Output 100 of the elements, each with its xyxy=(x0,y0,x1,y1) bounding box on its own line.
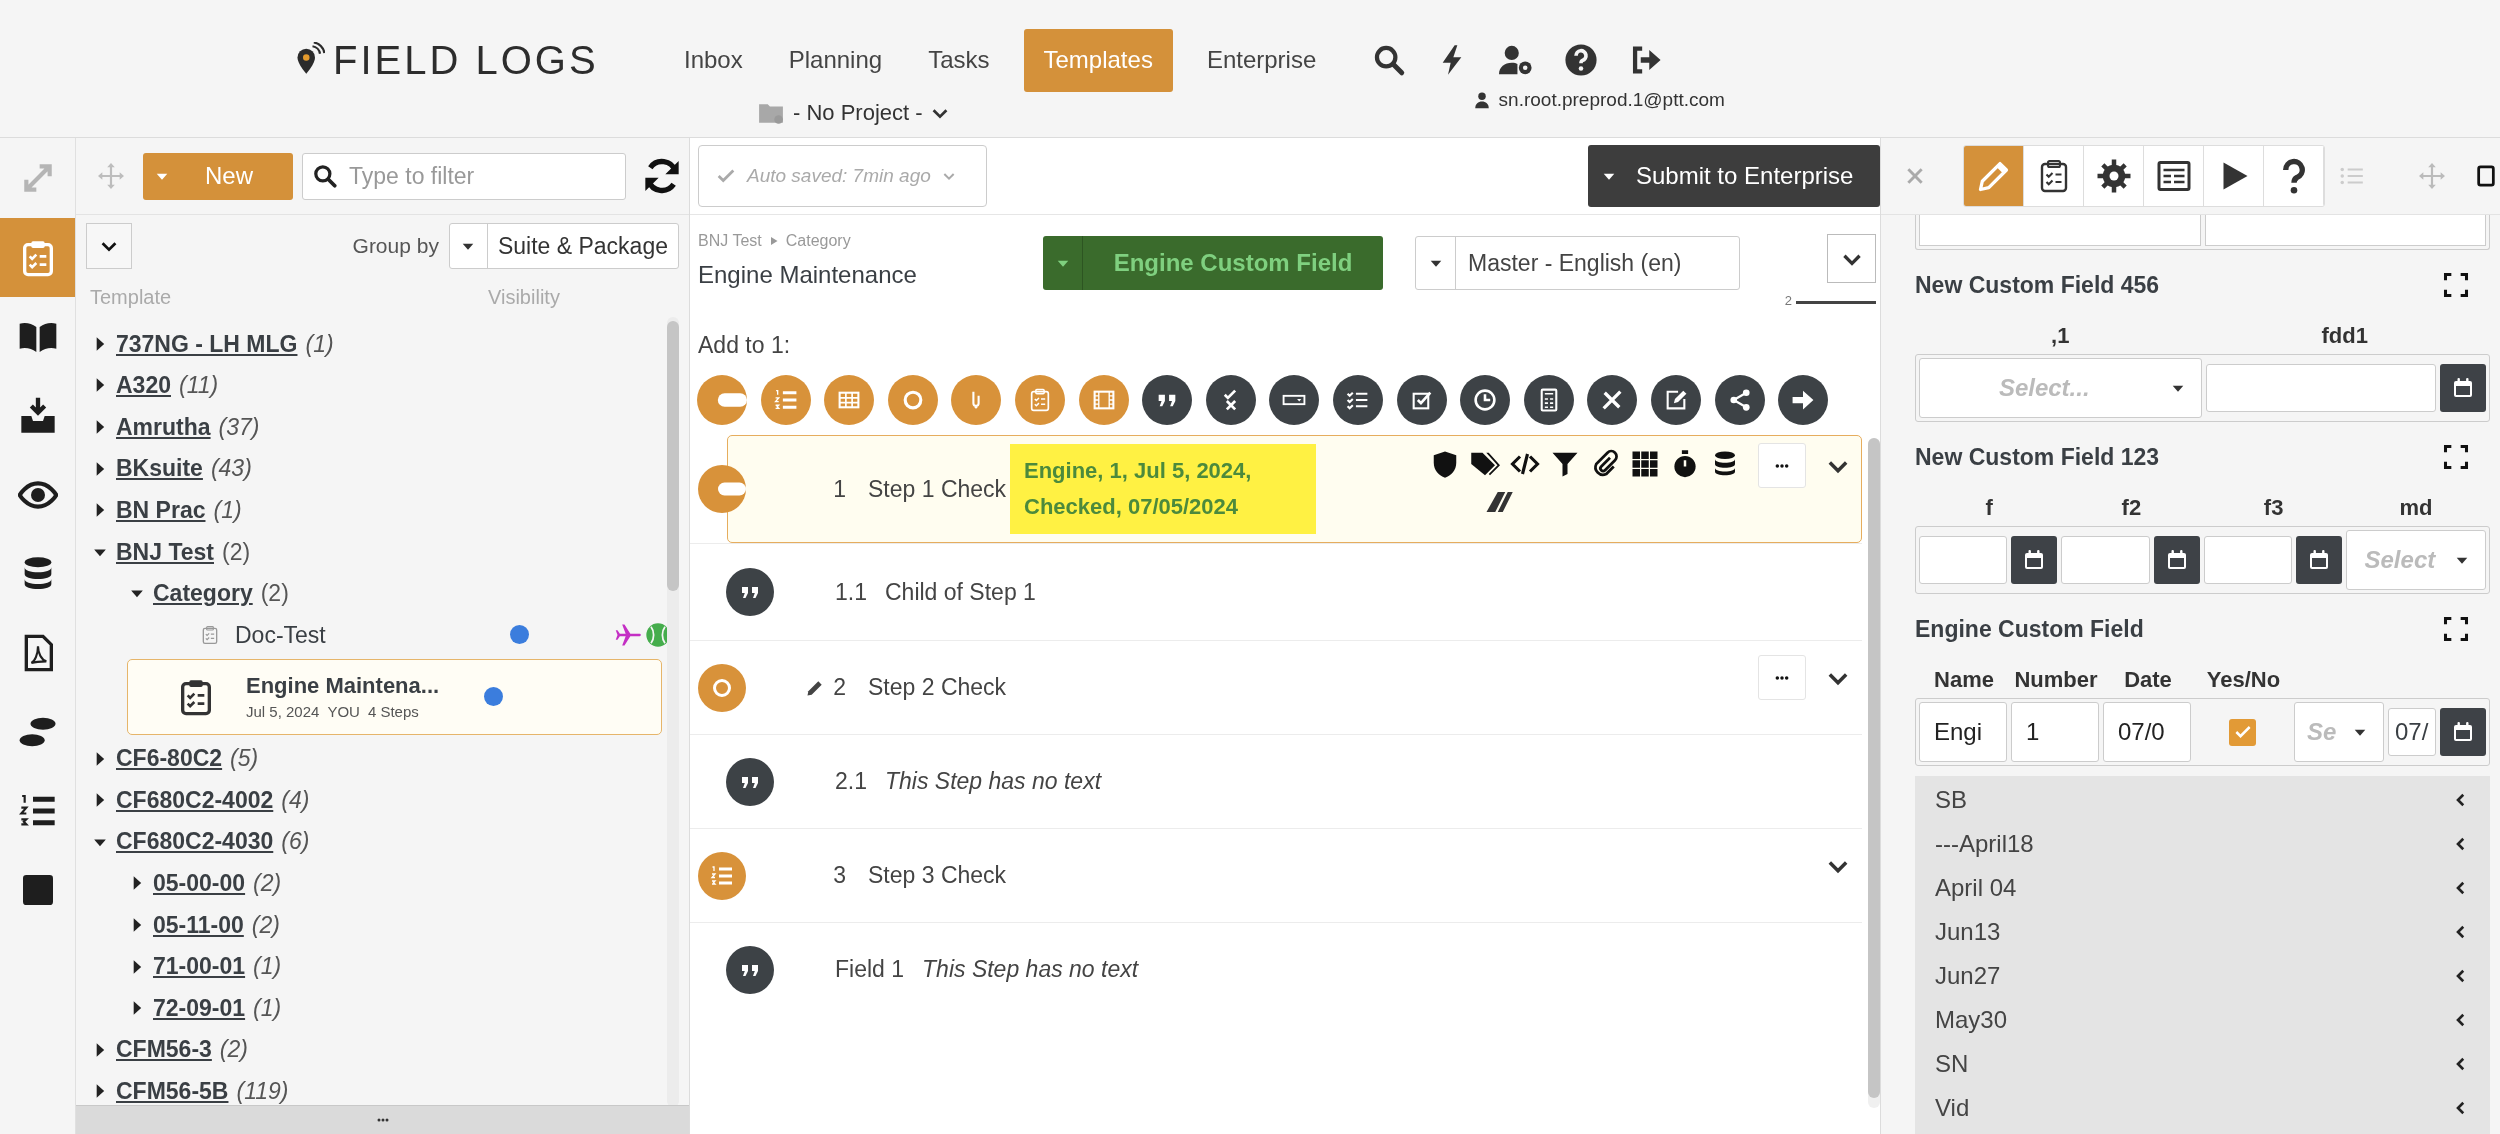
tree-link[interactable]: 05-11-00 xyxy=(153,907,244,943)
scrollbar[interactable] xyxy=(667,317,679,1105)
input-field[interactable] xyxy=(2204,215,2486,246)
column-label: f3 xyxy=(2262,493,2285,522)
step-title[interactable]: Child of Step 1 xyxy=(885,574,1036,610)
share-icon[interactable] xyxy=(1714,375,1765,425)
filter-field[interactable]: Type to filter xyxy=(302,152,626,200)
expand-button[interactable] xyxy=(1827,234,1876,283)
tree-link[interactable]: 71-00-01 xyxy=(153,949,246,984)
refresh-icon[interactable] xyxy=(642,156,682,196)
tree-link[interactable]: Category xyxy=(153,576,253,611)
list-item[interactable]: April 04 xyxy=(1915,866,2490,910)
fullscreen-icon[interactable] xyxy=(2442,271,2470,299)
date-field[interactable] xyxy=(2205,364,2436,412)
item-count: (2) xyxy=(260,579,289,609)
nav-tab[interactable]: Enterprise xyxy=(1194,42,1329,78)
group-by-select[interactable]: Suite & Package xyxy=(448,223,679,269)
grid-icon[interactable] xyxy=(1630,449,1660,479)
tool-tab[interactable] xyxy=(2084,146,2144,206)
collapse-button[interactable] xyxy=(86,223,132,269)
clipboard-icon[interactable] xyxy=(1014,375,1065,425)
fullscreen-icon[interactable] xyxy=(2442,443,2470,471)
input-field[interactable]: 07/0 xyxy=(2103,702,2191,762)
list-item[interactable]: SB xyxy=(1915,778,2490,822)
tree-link[interactable]: CFM56-3 xyxy=(116,1032,212,1067)
tree-link[interactable]: CF6-80C2 xyxy=(116,741,223,776)
project-selector[interactable]: - No Project - xyxy=(793,96,923,129)
check-cross-icon[interactable] xyxy=(1205,375,1256,425)
tool-tab[interactable] xyxy=(2204,146,2264,206)
checklist-icon[interactable] xyxy=(1332,375,1383,425)
quote-icon xyxy=(726,568,774,616)
date-field[interactable] xyxy=(2203,536,2292,584)
tree-link[interactable]: Amrutha xyxy=(116,409,211,445)
numbered-list-icon[interactable] xyxy=(760,375,811,425)
date-field[interactable]: 07/ xyxy=(2388,708,2436,756)
tool-tab[interactable] xyxy=(2024,146,2084,206)
tree-link[interactable]: 72-09-01 xyxy=(153,990,246,1026)
list-item[interactable]: ---April18 xyxy=(1915,822,2490,866)
column-header: Template xyxy=(90,285,173,310)
input-field[interactable]: Engi xyxy=(1919,702,2007,762)
template-name[interactable]: Doc-Test xyxy=(235,617,510,653)
calendar-button[interactable] xyxy=(2440,364,2486,412)
calendar-button[interactable] xyxy=(2011,536,2058,584)
date-field[interactable] xyxy=(2061,536,2150,584)
step-title[interactable]: Step 3 Check xyxy=(868,858,1007,893)
tree-link[interactable]: BNJ Test xyxy=(116,534,214,569)
user-settings-icon[interactable] xyxy=(1498,43,1535,77)
list-item[interactable]: May30 xyxy=(1915,998,2490,1042)
tool-tab[interactable] xyxy=(2264,146,2324,206)
nav-tab[interactable]: Inbox xyxy=(672,42,755,78)
item-count: (1) xyxy=(253,993,282,1023)
edit-icon[interactable] xyxy=(1650,375,1701,425)
list-item[interactable]: Vid xyxy=(1915,1086,2490,1130)
list-item[interactable]: Jun13 xyxy=(1915,910,2490,954)
paperclip-icon[interactable] xyxy=(951,375,1002,425)
calendar-button[interactable] xyxy=(2440,708,2486,756)
tree-link[interactable]: CF680C2-4002 xyxy=(116,782,274,818)
step-title[interactable]: Step 2 Check xyxy=(868,670,1007,705)
tree-link[interactable]: 737NG - LH MLG xyxy=(116,326,298,362)
submit-button[interactable]: Submit to Enterprise xyxy=(1588,145,1880,207)
tree-link[interactable]: BN Prac xyxy=(116,492,206,528)
dropdown-icon[interactable] xyxy=(1269,375,1320,425)
help-icon[interactable] xyxy=(1564,43,1599,77)
table-icon[interactable] xyxy=(824,375,875,425)
quote-icon[interactable] xyxy=(1142,375,1193,425)
step-title[interactable]: This Step has no text xyxy=(885,764,1102,799)
calendar-button[interactable] xyxy=(2295,536,2342,584)
clock-icon[interactable] xyxy=(1460,375,1511,425)
resize-handle[interactable] xyxy=(76,1105,689,1134)
arrow-right-icon[interactable] xyxy=(1778,375,1829,425)
tree-link[interactable]: 05-00-00 xyxy=(153,866,246,901)
list-item[interactable]: Jun27 xyxy=(1915,954,2490,998)
toggle-icon[interactable] xyxy=(697,375,747,425)
tree-link[interactable]: BKsuite xyxy=(116,451,203,486)
film-icon[interactable] xyxy=(1078,375,1129,425)
group-by-label: Group by xyxy=(352,233,439,260)
step-title[interactable]: This Step has no text xyxy=(922,952,1139,987)
search-icon[interactable] xyxy=(1372,43,1407,77)
input-field[interactable] xyxy=(1919,215,2201,246)
section-title: New Custom Field 456 xyxy=(1915,270,2160,300)
template-name: Engine Maintena... xyxy=(246,671,441,700)
scrollbar[interactable] xyxy=(1868,438,1880,1108)
ring-icon[interactable] xyxy=(887,375,938,425)
tool-tab[interactable] xyxy=(2144,146,2204,206)
tree-link[interactable]: A320 xyxy=(116,368,171,403)
list-item[interactable]: SN xyxy=(1915,1042,2490,1086)
calendar-button[interactable] xyxy=(2153,536,2200,584)
nav-tab[interactable]: Tasks xyxy=(916,42,1002,78)
nav-tab[interactable]: Planning xyxy=(776,42,895,78)
tree-link[interactable]: CF680C2-4030 xyxy=(116,824,274,859)
checkbox[interactable] xyxy=(2229,718,2256,746)
fullscreen-icon[interactable] xyxy=(2442,615,2470,643)
input-field[interactable]: 1 xyxy=(2011,702,2099,762)
step-title[interactable]: Step 1 Check xyxy=(868,471,1007,507)
checkbox-icon[interactable] xyxy=(1396,375,1447,425)
template-card[interactable]: Engine Maintena... Jul 5, 2024 YOU 4 Steps xyxy=(127,658,662,735)
tree-link[interactable]: CFM56-5B xyxy=(116,1074,229,1105)
language-select[interactable]: Master - English (en) xyxy=(1415,236,1740,290)
calculator-icon[interactable] xyxy=(1523,375,1574,425)
date-field[interactable] xyxy=(1919,536,2008,584)
